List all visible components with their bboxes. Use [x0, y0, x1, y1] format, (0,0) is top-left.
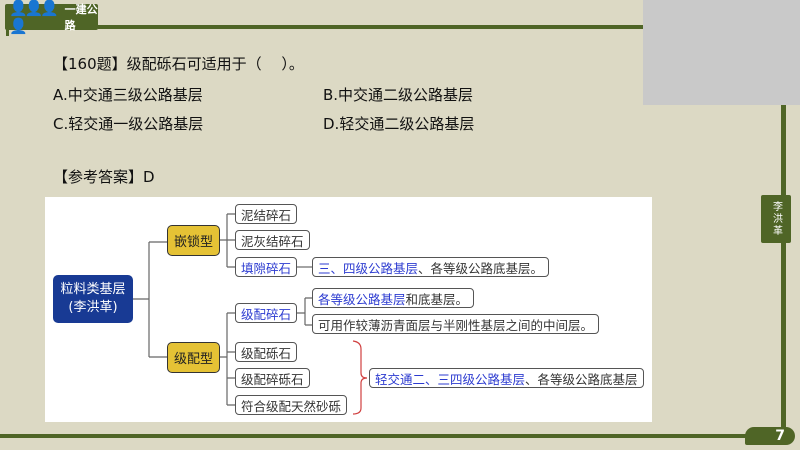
gravel-note: 轻交通二、三四级公路基层 、各等级公路底基层 [369, 368, 644, 388]
bottom-rule [0, 434, 750, 438]
page-number: 7 [775, 428, 785, 444]
graded-stone-note: 各等级公路基层 和底基层。 [312, 288, 475, 308]
brace [352, 340, 368, 415]
note-text: 和底基层。 [405, 291, 469, 307]
type-graded: 级配型 [167, 342, 220, 373]
right-rule [781, 105, 786, 427]
graded-item: 符合级配天然砂砾 [235, 395, 348, 415]
answer: 【参考答案】D [53, 168, 155, 186]
question-stem: 【160题】级配砾石可适用于（ ）。 [53, 55, 304, 73]
note-text: 、各等级公路底基层。 [418, 260, 544, 276]
root-node: 粒料类基层 (李洪革) [53, 275, 133, 323]
graded-item: 级配碎砾石 [235, 368, 310, 388]
root-title: 粒料类基层 [60, 282, 126, 297]
note-highlight: 三、四级公路基层 [318, 260, 419, 276]
graded-item: 级配砾石 [235, 342, 298, 362]
type-interlock: 嵌锁型 [167, 225, 220, 256]
note-text: 可用作较薄沥青面层与半刚性基层之间的中间层。 [318, 317, 594, 333]
fill-note: 三、四级公路基层 、各等级公路底基层。 [312, 257, 550, 277]
connectors [133, 213, 368, 415]
page-number-badge: 7 [745, 427, 795, 445]
option-a: A.中交通三级公路基层 [53, 86, 203, 104]
interlock-item: 泥结碎石 [235, 204, 298, 224]
header-banner: 👤👤👤👤 一建公路 [5, 0, 98, 35]
header-title: 一建公路 [64, 3, 98, 32]
author-name: 李洪革 [770, 201, 782, 237]
author-tag: 李洪革 [761, 195, 791, 243]
left-rule [6, 28, 9, 36]
interlock-item: 泥灰结碎石 [235, 230, 310, 250]
video-overlay [643, 0, 800, 105]
graded-stone-note: 可用作较薄沥青面层与半刚性基层之间的中间层。 [312, 314, 600, 334]
note-highlight: 轻交通二、三四级公路基层 [375, 371, 526, 387]
graded-item: 级配碎石 [235, 303, 298, 323]
interlock-item: 填隙碎石 [235, 257, 298, 277]
top-rule [98, 25, 643, 29]
option-d: D.轻交通二级公路基层 [323, 115, 475, 133]
note-highlight: 各等级公路基层 [318, 291, 406, 307]
root-subtitle: (李洪革) [68, 300, 118, 315]
option-c: C.轻交通一级公路基层 [53, 115, 204, 133]
note-text: 、各等级公路底基层 [525, 371, 638, 387]
mind-map: 粒料类基层 (李洪革) 嵌锁型 级配型 泥结碎石 泥灰结碎石 填隙碎石 级配碎石… [45, 197, 652, 422]
people-icon: 👤👤👤👤 [9, 0, 59, 35]
option-b: B.中交通二级公路基层 [323, 86, 474, 104]
